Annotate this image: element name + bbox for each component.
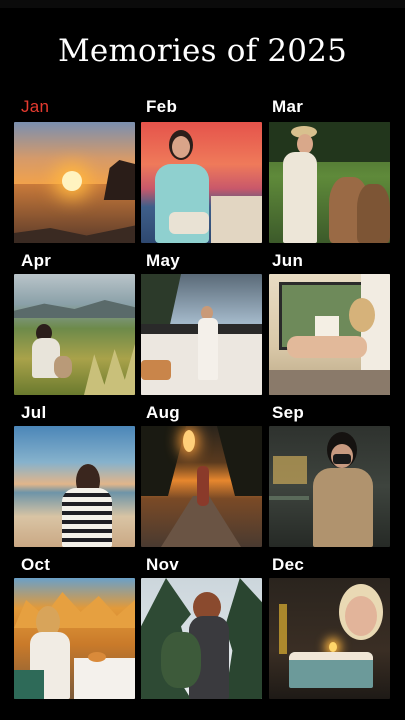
month-label-jun: Jun — [272, 251, 304, 270]
month-label-feb: Feb — [146, 97, 178, 116]
month-label-dec: Dec — [272, 555, 305, 574]
photo-tile-jan[interactable] — [14, 122, 135, 243]
photo-tile-aug[interactable] — [141, 426, 262, 547]
month-label-may: May — [146, 251, 180, 270]
month-label-aug: Aug — [146, 403, 180, 422]
month-label-jan: Jan — [21, 97, 50, 116]
photo-tile-apr[interactable] — [14, 274, 135, 395]
photo-tile-feb[interactable] — [141, 122, 262, 243]
photo-tile-nov[interactable] — [141, 578, 262, 699]
photo-tile-may[interactable] — [141, 274, 262, 395]
photo-tile-dec[interactable] — [269, 578, 390, 699]
photo-tile-jun[interactable] — [269, 274, 390, 395]
month-label-apr: Apr — [21, 251, 52, 270]
month-label-mar: Mar — [272, 97, 304, 116]
photo-tile-jul[interactable] — [14, 426, 135, 547]
photo-tile-oct[interactable] — [14, 578, 135, 699]
photo-tile-mar[interactable] — [269, 122, 390, 243]
month-label-sep: Sep — [272, 403, 305, 422]
photo-tile-sep[interactable] — [269, 426, 390, 547]
month-label-nov: Nov — [146, 555, 180, 574]
month-label-oct: Oct — [21, 555, 51, 574]
month-label-jul: Jul — [21, 403, 47, 422]
month-grid: Jan Feb Mar Apr May Jun Jul Aug Sep Oct … — [0, 0, 405, 720]
